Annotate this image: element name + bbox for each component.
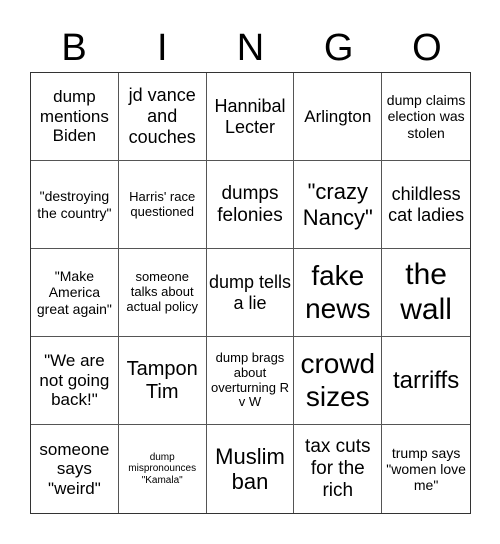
bingo-cell[interactable]: "crazy Nancy": [294, 161, 383, 249]
bingo-cell[interactable]: "We are not going back!": [31, 337, 119, 425]
bingo-cell[interactable]: dumps felonies: [206, 161, 295, 249]
bingo-cell[interactable]: someone talks about actual policy: [118, 249, 207, 337]
bingo-cell[interactable]: Muslim ban: [207, 425, 295, 513]
bingo-cell[interactable]: Arlington: [294, 73, 383, 161]
bingo-header: B I N G O: [30, 24, 471, 72]
bingo-cell[interactable]: the wall: [382, 249, 470, 337]
bingo-cell[interactable]: dump mentions Biden: [31, 73, 119, 161]
bingo-cell[interactable]: dump brags about overturning R v W: [206, 337, 295, 425]
bingo-grid: dump mentions Biden jd vance and couches…: [30, 72, 471, 514]
header-letter-b: B: [61, 27, 87, 69]
header-letter-o: O: [412, 27, 442, 69]
header-letter-i: I: [157, 27, 168, 69]
bingo-cell[interactable]: dump tells a lie: [206, 249, 295, 337]
bingo-cell[interactable]: dump mispronounces "Kamala": [119, 425, 207, 513]
bingo-cell[interactable]: jd vance and couches: [118, 73, 207, 161]
header-letter-n: N: [236, 27, 265, 69]
bingo-cell[interactable]: fake news: [294, 249, 383, 337]
bingo-cell[interactable]: tarriffs: [382, 337, 470, 425]
bingo-cell[interactable]: trump says "women love me": [382, 425, 470, 513]
bingo-cell[interactable]: "destroying the country": [31, 161, 119, 249]
bingo-cell[interactable]: Harris' race questioned: [118, 161, 207, 249]
bingo-cell[interactable]: dump claims election was stolen: [382, 73, 470, 161]
bingo-cell[interactable]: "Make America great again": [31, 249, 119, 337]
bingo-cell[interactable]: childless cat ladies: [382, 161, 470, 249]
bingo-cell[interactable]: someone says "weird": [31, 425, 119, 513]
bingo-cell[interactable]: tax cuts for the rich: [294, 425, 383, 513]
header-letter-g: G: [323, 27, 354, 69]
bingo-cell[interactable]: crowd sizes: [294, 337, 383, 425]
bingo-cell[interactable]: Tampon Tim: [118, 337, 207, 425]
bingo-cell[interactable]: Hannibal Lecter: [206, 73, 295, 161]
